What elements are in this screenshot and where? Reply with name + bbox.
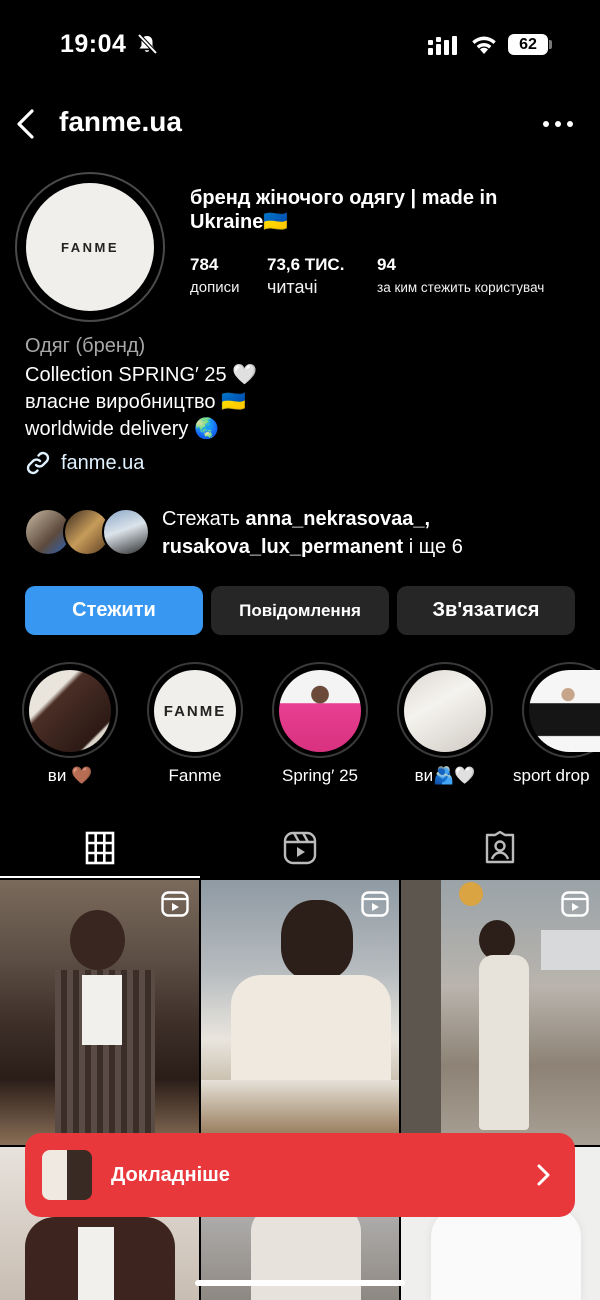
follower-avatar[interactable] xyxy=(102,508,150,556)
tab-posts[interactable] xyxy=(0,820,200,876)
following-label[interactable]: за ким стежить користувач xyxy=(377,280,544,295)
collab-badge-icon xyxy=(459,882,483,906)
link-icon xyxy=(26,451,50,475)
photo-figure xyxy=(401,880,441,1145)
photo-figure xyxy=(78,1227,114,1300)
status-time: 19:04 xyxy=(60,30,127,58)
back-arrow-icon[interactable] xyxy=(12,106,42,142)
tagged-icon xyxy=(485,831,515,864)
photo-figure xyxy=(479,955,529,1130)
highlight-label[interactable]: Fanme xyxy=(130,766,260,786)
followed-by-suffix: і ще 6 xyxy=(403,536,463,558)
photo-figure xyxy=(251,1207,361,1300)
highlight-logo-text: FANME xyxy=(163,702,227,720)
followers-count[interactable]: 73,6 ТИС. xyxy=(267,255,344,275)
followed-by-text[interactable]: Стежать anna_nekrasovaa_, rusakova_lux_p… xyxy=(162,505,582,561)
cellular-signal-icon xyxy=(428,36,457,55)
learn-more-banner[interactable]: Докладніше xyxy=(25,1133,575,1217)
reel-badge-icon xyxy=(561,891,589,917)
photo-figure xyxy=(281,900,353,980)
followed-by-prefix: Стежать xyxy=(162,508,246,530)
highlight-label[interactable]: sport drop xyxy=(505,766,600,786)
chevron-right-icon xyxy=(537,1164,550,1186)
bell-muted-icon xyxy=(137,33,158,55)
photo-figure xyxy=(541,930,600,970)
more-options-icon[interactable] xyxy=(541,115,575,133)
following-count[interactable]: 94 xyxy=(377,255,396,275)
bio-line-1: Collection SPRING′ 25 🤍 xyxy=(25,364,258,386)
photo-figure xyxy=(82,975,122,1045)
highlight-cover[interactable] xyxy=(279,670,361,752)
photo-figure xyxy=(70,910,125,970)
photo-figure xyxy=(479,920,515,960)
profile-name: бренд жіночого одягу | made in Ukraine🇺🇦 xyxy=(190,187,498,233)
highlight-label[interactable]: ви🫂🤍 xyxy=(380,766,510,786)
banner-thumbnail xyxy=(42,1150,92,1200)
avatar[interactable]: FANME xyxy=(26,183,154,311)
highlight-cover[interactable] xyxy=(404,670,486,752)
followed-by-name[interactable]: rusakova_lux_permanent xyxy=(162,536,403,558)
post-thumbnail[interactable] xyxy=(0,880,199,1145)
contact-button[interactable]: Зв'язатися xyxy=(397,586,575,635)
grid-icon xyxy=(85,831,115,865)
posts-label[interactable]: дописи xyxy=(190,279,239,296)
highlight-label[interactable]: ви 🤎 xyxy=(5,766,135,786)
avatar-logo-text: FANME xyxy=(61,239,119,255)
followers-label[interactable]: читачі xyxy=(267,277,317,298)
banner-label: Докладніше xyxy=(111,1163,230,1186)
bio-line-2: власне виробництво 🇺🇦 xyxy=(25,391,246,413)
profile-category: Одяг (бренд) xyxy=(25,335,146,357)
tab-tagged[interactable] xyxy=(400,820,600,876)
post-thumbnail[interactable] xyxy=(401,880,600,1145)
photo-figure xyxy=(431,1207,581,1300)
profile-link[interactable]: fanme.ua xyxy=(25,450,144,476)
photo-figure xyxy=(231,975,391,1095)
reel-badge-icon xyxy=(361,891,389,917)
reels-icon xyxy=(283,831,317,865)
profile-username: fanme.ua xyxy=(59,106,182,137)
post-thumbnail[interactable] xyxy=(201,880,399,1145)
profile-link-text[interactable]: fanme.ua xyxy=(61,452,144,475)
battery-tip xyxy=(549,40,552,49)
highlight-cover[interactable] xyxy=(29,670,111,752)
bio-line-3: worldwide delivery 🌏 xyxy=(25,418,219,440)
followed-by-name[interactable]: anna_nekrasovaa_, xyxy=(245,508,430,530)
posts-count[interactable]: 784 xyxy=(190,255,218,275)
wifi-icon xyxy=(472,36,496,54)
battery-indicator: 62 xyxy=(508,34,548,55)
message-button[interactable]: Повідомлення xyxy=(211,586,389,635)
reel-badge-icon xyxy=(161,891,189,917)
active-tab-indicator xyxy=(0,876,200,878)
tab-reels[interactable] xyxy=(200,820,400,876)
home-indicator xyxy=(195,1280,405,1286)
highlight-label[interactable]: Spring′ 25 xyxy=(255,766,385,786)
highlight-cover[interactable]: FANME xyxy=(154,670,236,752)
follow-button[interactable]: Стежити xyxy=(25,586,203,635)
